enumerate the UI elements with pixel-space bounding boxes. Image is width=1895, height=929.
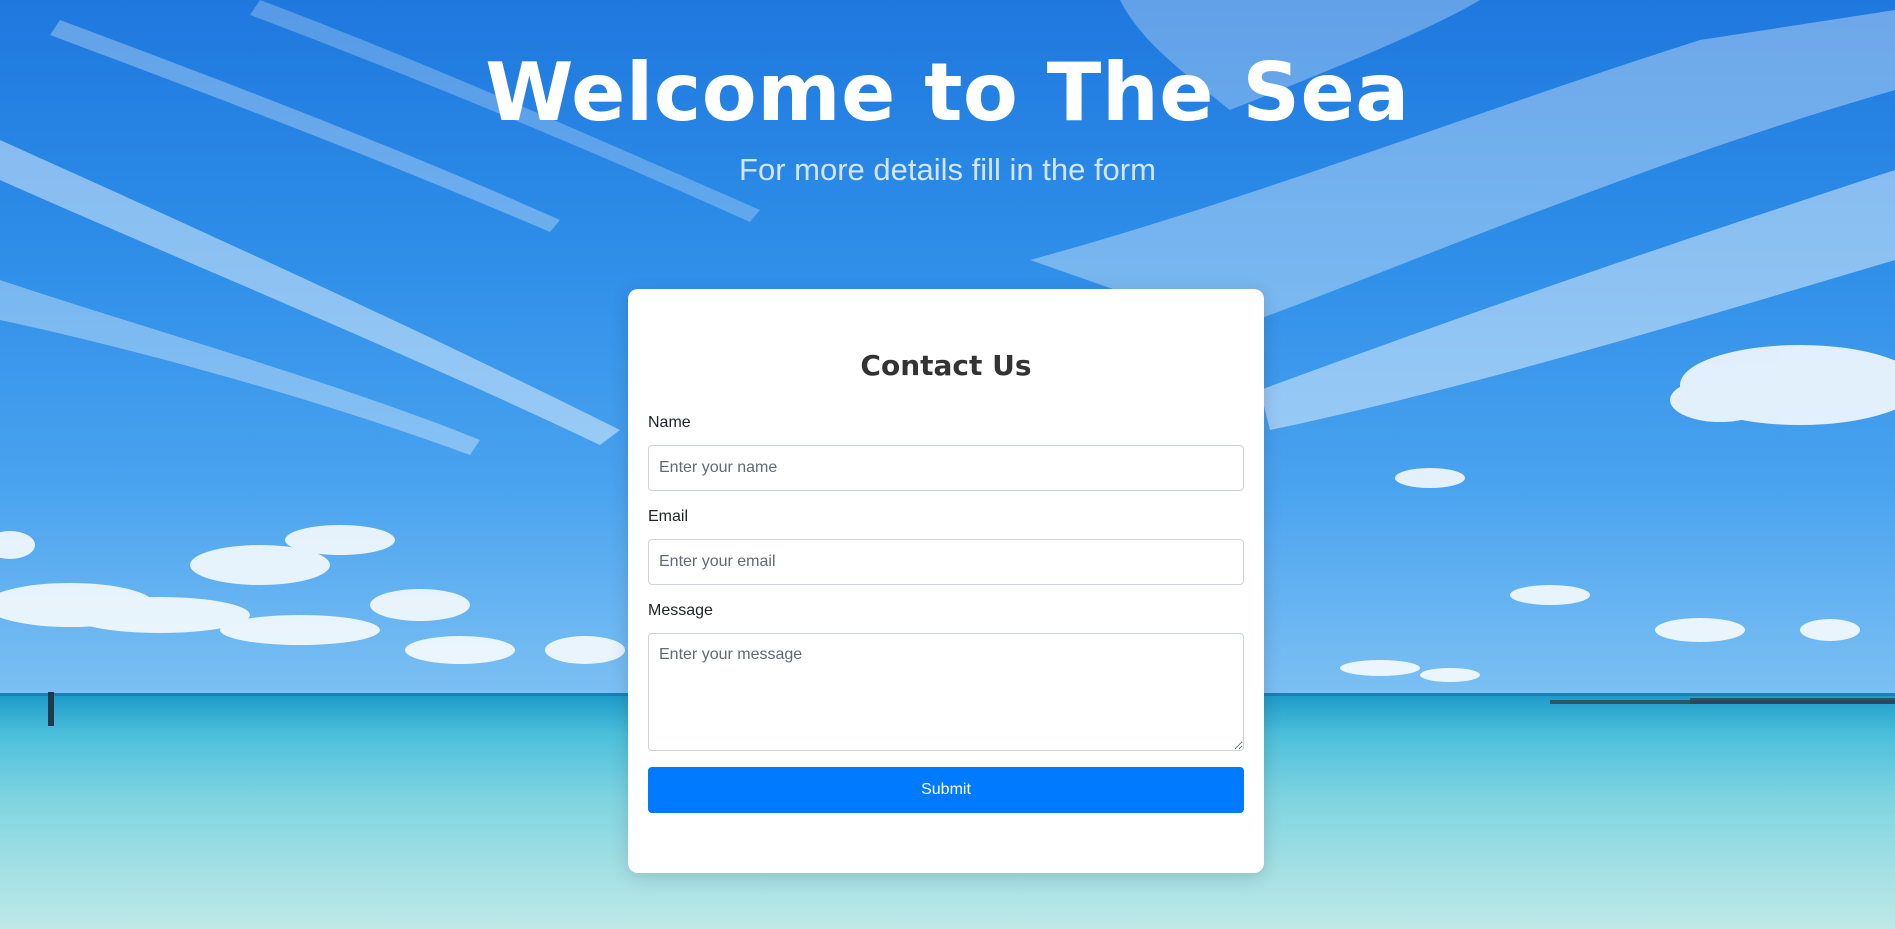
name-label: Name	[648, 414, 691, 431]
message-label: Message	[648, 602, 713, 619]
message-textarea[interactable]	[648, 633, 1244, 751]
contact-form-card: Contact Us Name Email Message Submit	[628, 289, 1264, 873]
hero-subtitle: For more details fill in the form	[739, 152, 1156, 187]
name-input[interactable]	[648, 445, 1244, 491]
submit-button[interactable]: Submit	[648, 767, 1244, 813]
email-label: Email	[648, 508, 689, 525]
hero-title: Welcome to The Sea	[485, 46, 1410, 139]
email-input[interactable]	[648, 539, 1244, 585]
form-title: Contact Us	[860, 349, 1032, 382]
